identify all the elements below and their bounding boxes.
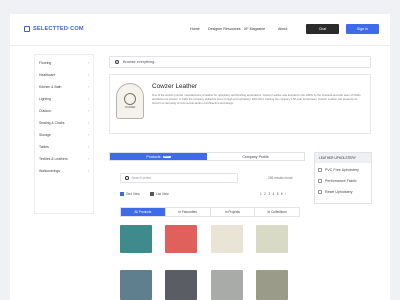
category-sidebar: Flooring › Healthcare › Kitchen & Bath › Li… [34, 54, 94, 214]
sidebar-item-label: Kitchen & Bath [39, 84, 62, 89]
next-page-icon[interactable]: › [285, 192, 286, 196]
leather-upholstery-filter: LEATHER UPHOLSTERY PVC Free Upholstery P… [314, 152, 372, 204]
new-badge: NEW [162, 155, 171, 158]
sidebar-item-label: Outdoor [39, 108, 52, 113]
filter-in-projects[interactable]: In Projects [211, 208, 256, 216]
page-link[interactable]: 3 [268, 192, 270, 196]
list-view-label: List View [156, 192, 169, 196]
logo-icon [24, 26, 30, 32]
nav-designer-resources[interactable]: Designer Resources [208, 27, 241, 31]
tab-products-label: Products [146, 154, 161, 159]
page-link[interactable]: 1 [260, 192, 262, 196]
filter-option-pvc-free[interactable]: PVC Free Upholstery [318, 168, 359, 172]
checkbox-icon[interactable] [318, 168, 322, 172]
filter-all-products[interactable]: All Products [121, 208, 166, 216]
product-swatch[interactable] [256, 270, 288, 300]
company-logo: COWZER [116, 83, 144, 119]
chevron-right-icon: › [87, 60, 89, 65]
filter-option-label: Performance Fabric [325, 179, 357, 183]
list-icon [150, 192, 154, 196]
page-link[interactable]: 5 [277, 192, 279, 196]
company-description: One of the world's premier manufacturers… [152, 94, 361, 105]
leather-filter-title: LEATHER UPHOLSTERY [315, 153, 371, 163]
chevron-right-icon: › [87, 156, 89, 161]
series-search-input[interactable]: Search series [120, 173, 238, 183]
list-view-toggle[interactable]: List View [150, 192, 169, 196]
checkbox-icon[interactable] [318, 179, 322, 183]
tab-company-profile[interactable]: Company Profile [207, 153, 304, 160]
search-icon [125, 176, 129, 180]
global-search-input[interactable]: Browse everything... [109, 56, 371, 68]
sidebar-item-label: Healthcare [39, 72, 56, 77]
sidebar-item-lighting[interactable]: Lighting › [39, 95, 89, 102]
filter-in-favourites[interactable]: In Favourites [166, 208, 211, 216]
grid-view-label: Grid View [126, 192, 140, 196]
filter-option-label: Reset Upholstery [325, 190, 353, 194]
sidebar-item-tables[interactable]: Tables › [39, 143, 89, 150]
tab-company-profile-label: Company Profile [242, 154, 269, 159]
product-swatch[interactable] [165, 225, 197, 253]
logo-text: SELECTTED·COM [33, 26, 84, 32]
search-placeholder: Browse everything... [123, 60, 158, 64]
filter-option-reset-upholstery[interactable]: Reset Upholstery [318, 190, 353, 194]
seal-icon [124, 93, 136, 105]
product-swatch[interactable] [211, 225, 243, 253]
company-logo-text: COWZER [124, 106, 136, 109]
tab-products[interactable]: Products NEW [110, 153, 207, 160]
sidebar-item-kitchen-bath[interactable]: Kitchen & Bath › [39, 83, 89, 90]
sidebar-item-wallcoverings[interactable]: Wallcoverings › [39, 167, 89, 174]
profile-tabs: Products NEW Company Profile [109, 152, 305, 161]
filter-in-collections[interactable]: In Collections [255, 208, 299, 216]
sidebar-item-label: Lighting [39, 96, 51, 101]
filter-option-label: PVC Free Upholstery [325, 168, 359, 172]
sidebar-item-outdoor[interactable]: Outdoor › [39, 107, 89, 114]
sidebar-item-label: Flooring [39, 60, 52, 65]
sidebar-item-label: Textiles & Leathers [39, 156, 68, 161]
sidebar-item-label: Seating & Chairs [39, 120, 65, 125]
sign-in-button[interactable]: Sign In [346, 24, 379, 34]
chevron-right-icon: › [87, 84, 89, 89]
chevron-right-icon: › [87, 132, 89, 137]
product-swatch[interactable] [211, 270, 243, 300]
sidebar-item-seating-chairs[interactable]: Seating & Chairs › [39, 119, 89, 126]
series-search-placeholder: Search series [131, 176, 152, 180]
sidebar-item-healthcare[interactable]: Healthcare › [39, 71, 89, 78]
nav-xf-magazine[interactable]: XF Magazine [244, 27, 265, 31]
nav-about[interactable]: About [278, 27, 287, 31]
company-name: Cowzer Leather [152, 83, 198, 90]
pagination: 1 2 3 4 5 6 › [260, 192, 286, 196]
site-logo[interactable]: SELECTTED·COM [24, 26, 84, 32]
sidebar-item-textiles-leathers[interactable]: Textiles & Leathers › [39, 155, 89, 162]
product-swatch[interactable] [256, 225, 288, 253]
sidebar-item-label: Storage [39, 132, 51, 137]
chevron-right-icon: › [87, 72, 89, 77]
page-link[interactable]: 4 [273, 192, 275, 196]
results-count: 255 results found [268, 176, 293, 180]
chevron-right-icon: › [87, 144, 89, 149]
product-filter-tabs: All Products In Favourites In Projects I… [120, 207, 300, 217]
search-icon [115, 60, 119, 64]
product-swatch[interactable] [165, 270, 197, 300]
page-link[interactable]: 6 [281, 192, 283, 196]
chevron-right-icon: › [87, 168, 89, 173]
chevron-right-icon: › [87, 108, 89, 113]
page-link[interactable]: 2 [264, 192, 266, 196]
sidebar-item-storage[interactable]: Storage › [39, 131, 89, 138]
company-profile-card: COWZER Cowzer Leather One of the world's… [109, 74, 371, 134]
chat-button[interactable]: Chat [306, 24, 339, 34]
nav-home[interactable]: Home [190, 27, 200, 31]
filter-option-performance-fabric[interactable]: Performance Fabric [318, 179, 357, 183]
chevron-right-icon: › [87, 120, 89, 125]
sidebar-item-flooring[interactable]: Flooring › [39, 59, 89, 66]
app-frame: SELECTTED·COM Home Designer Resources XF… [10, 14, 390, 300]
sidebar-item-label: Wallcoverings [39, 168, 60, 173]
product-swatch[interactable] [120, 225, 152, 253]
chevron-right-icon: › [87, 96, 89, 101]
product-swatch[interactable] [120, 270, 152, 300]
checkbox-icon[interactable] [318, 190, 322, 194]
grid-icon [120, 192, 124, 196]
sidebar-item-label: Tables [39, 144, 49, 149]
grid-view-toggle[interactable]: Grid View [120, 192, 140, 196]
top-bar: SELECTTED·COM Home Designer Resources XF… [10, 14, 390, 46]
